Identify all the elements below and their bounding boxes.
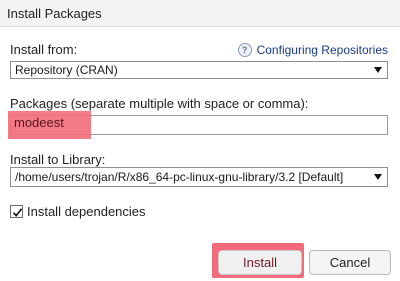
- packages-input-value: modeest: [14, 115, 64, 130]
- library-value: /home/users/trojan/R/x86_64-pc-linux-gnu…: [15, 170, 344, 184]
- install-to-library-label: Install to Library:: [10, 152, 106, 167]
- install-from-select[interactable]: Repository (CRAN): [10, 61, 388, 79]
- cancel-button[interactable]: Cancel: [309, 250, 391, 275]
- dialog-title: Install Packages: [7, 6, 102, 21]
- checkmark-icon: [12, 208, 23, 217]
- dropdown-arrow-icon: [374, 174, 382, 180]
- dropdown-arrow-icon: [374, 67, 382, 73]
- install-dependencies-checkbox[interactable]: [10, 205, 23, 218]
- library-select[interactable]: /home/users/trojan/R/x86_64-pc-linux-gnu…: [10, 167, 388, 187]
- install-from-label: Install from:: [10, 42, 78, 57]
- install-dependencies-label: Install dependencies: [27, 204, 146, 219]
- help-icon: ?: [237, 43, 252, 57]
- packages-label: Packages (separate multiple with space o…: [10, 96, 309, 111]
- configuring-repositories-link[interactable]: ? Configuring Repositories: [237, 42, 388, 58]
- install-button[interactable]: Install: [218, 250, 302, 275]
- install-from-value: Repository (CRAN): [15, 63, 118, 77]
- dialog-titlebar: Install Packages: [0, 0, 400, 27]
- configuring-repositories-label: Configuring Repositories: [256, 43, 388, 57]
